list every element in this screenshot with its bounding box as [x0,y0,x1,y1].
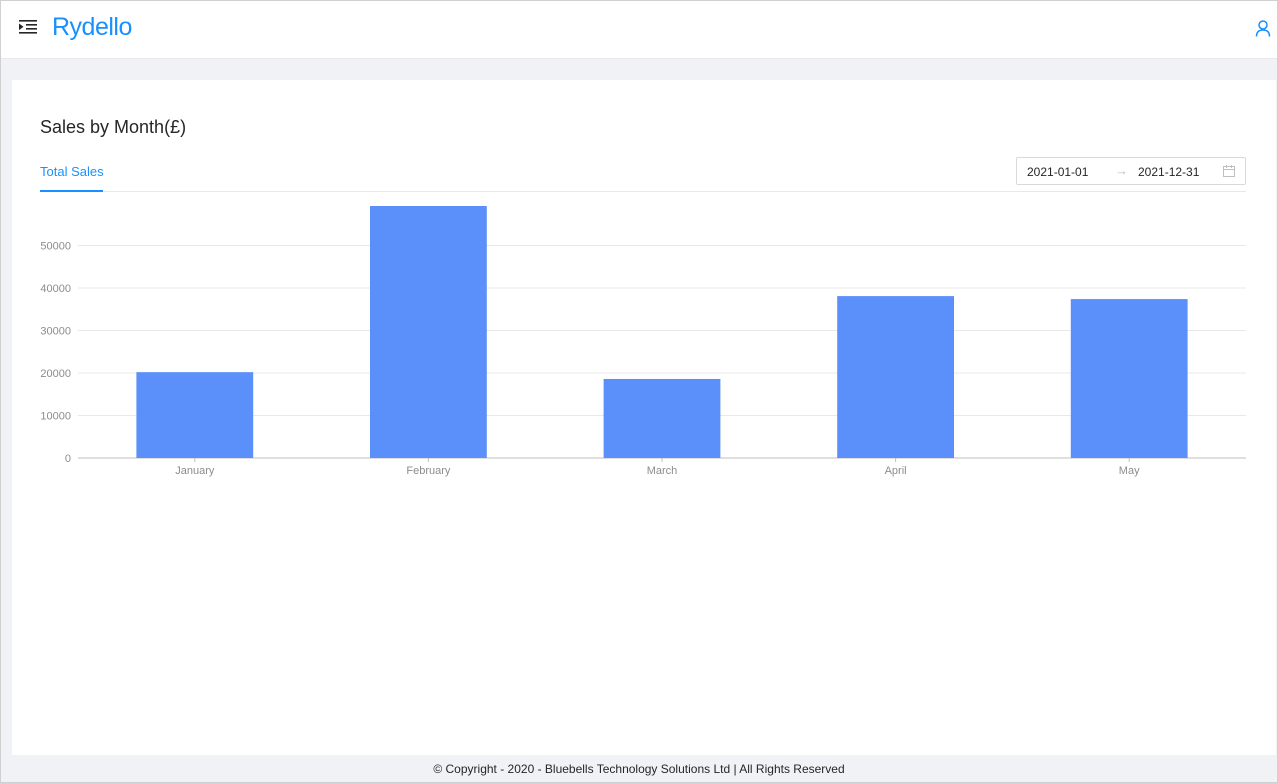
sales-bar-chart: 0 10000 20000 30000 40000 50000 January Februar… [40,206,1246,477]
tab-total-sales[interactable]: Total Sales [40,152,104,192]
x-tick-label: March [647,465,678,477]
bar [837,296,954,458]
y-tick-label: 10000 [40,411,71,423]
menu-fold-icon[interactable] [19,19,37,35]
y-tick-label: 20000 [40,368,71,380]
x-tick-label: January [175,465,215,477]
user-icon[interactable] [1255,20,1271,37]
calendar-icon[interactable] [1223,165,1235,177]
bar [1070,299,1188,458]
tabs-bar: Total Sales 2021-01-01 → 2021-12-31 [40,152,1246,192]
date-range-picker[interactable]: 2021-01-01 → 2021-12-31 [1016,157,1246,185]
y-tick-label: 0 [65,453,71,465]
bar [136,372,254,458]
y-tick-label: 50000 [40,241,71,253]
card-title: Sales by Month(£) [40,117,187,137]
bar [603,378,721,458]
y-tick-label: 40000 [40,283,71,295]
page-footer: © Copyright - 2020 - Bluebells Technolog… [433,762,845,776]
date-range-start[interactable]: 2021-01-01 [1027,165,1088,179]
y-tick-label: 30000 [40,326,71,338]
x-tick-label: May [1119,465,1140,477]
app-header: Rydello [0,0,1278,59]
x-tick-label: April [885,465,907,477]
x-tick-label: February [406,465,451,477]
arrow-right-icon: → [1115,163,1128,178]
app-logo[interactable]: Rydello [52,13,132,42]
sales-card: Sales by Month(£) Total Sales 2021-01-01… [12,80,1276,755]
date-range-end[interactable]: 2021-12-31 [1138,165,1199,179]
bar [370,206,487,458]
